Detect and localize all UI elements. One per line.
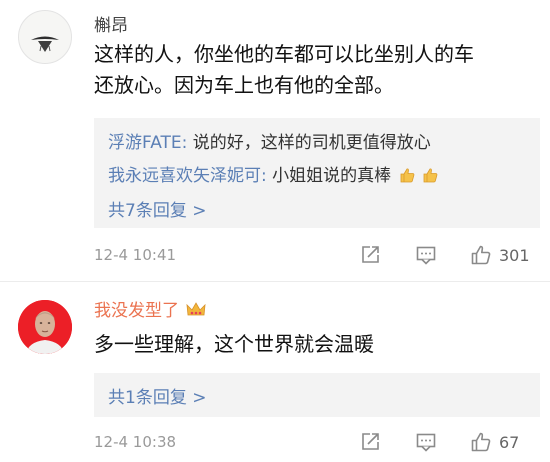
thumbs-up-emoji-icon [400,168,414,183]
more-replies-link[interactable]: 共1条回复 > [108,383,206,408]
avatar[interactable] [18,10,72,64]
like-thumb-icon[interactable] [470,244,492,266]
like-count: 67 [499,433,520,452]
comment-username[interactable]: 槲昂 [94,11,128,36]
avatar-image [31,36,59,52]
reply-username[interactable]: 我永远喜欢矢泽妮可: [108,166,267,186]
comment-body-line: 这样的人，你坐他的车都可以比坐别人的车 [94,42,474,66]
thumbs-up-emoji-icon [423,168,438,183]
comment-icon[interactable] [415,431,437,453]
comment-body-line: 还放心。因为车上也有他的全部。 [94,73,394,97]
avatar[interactable] [18,300,72,354]
comment-icon[interactable] [415,244,437,266]
share-icon[interactable] [359,244,381,266]
like-count: 301 [499,246,530,265]
reply-text: 小姐姐说的真棒 [266,166,392,186]
reply-text: 说的好，这样的司机更值得放心 [187,133,431,153]
reply-preview: 我永远喜欢矢泽妮可: 小姐姐说的真棒 [108,161,438,186]
comment-item: 槲昂 这样的人，你坐他的车都可以比坐别人的车 还放心。因为车上也有他的全部。 浮… [0,0,550,282]
reply-username[interactable]: 浮游FATE: [108,133,187,153]
comment-body: 这样的人，你坐他的车都可以比坐别人的车 还放心。因为车上也有他的全部。 [94,39,474,101]
share-icon[interactable] [359,431,381,453]
comment-footer: 12-4 10:38 67 [94,428,540,458]
comment-item: 我没发型了 多一些理解，这个世界就会温暖 共1条回复 > 12-4 10:38 … [0,282,550,462]
comment-body: 多一些理解，这个世界就会温暖 [94,329,374,360]
crown-emoji-icon [186,302,206,316]
avatar-image [18,300,72,354]
username-text[interactable]: 我没发型了 [94,301,179,321]
reply-preview-box[interactable]: 共1条回复 > [94,373,540,417]
comment-time: 12-4 10:38 [94,433,177,451]
comment-time: 12-4 10:41 [94,246,177,264]
comment-body-line: 多一些理解，这个世界就会温暖 [94,332,374,356]
comment-username: 我没发型了 [94,296,206,321]
reply-preview: 浮游FATE: 说的好，这样的司机更值得放心 [108,128,431,153]
reply-preview-box[interactable]: 浮游FATE: 说的好，这样的司机更值得放心 我永远喜欢矢泽妮可: 小姐姐说的真… [94,118,540,228]
comment-footer: 12-4 10:41 301 [94,241,540,271]
more-replies-link[interactable]: 共7条回复 > [108,196,206,221]
like-thumb-icon[interactable] [470,431,492,453]
